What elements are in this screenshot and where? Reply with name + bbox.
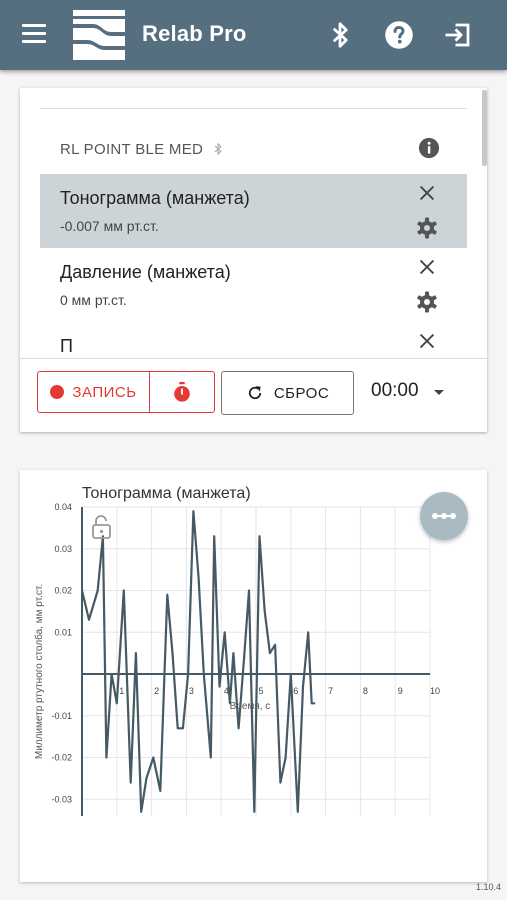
chevron-down-icon[interactable] [432, 388, 446, 398]
unlock-icon[interactable] [92, 515, 111, 539]
channel-name: П [60, 336, 73, 356]
gear-icon[interactable] [415, 216, 439, 240]
divider [20, 358, 487, 359]
y-tick-label: 0.01 [54, 627, 72, 637]
app-title: Relab Pro [142, 21, 247, 46]
x-tick-label: 5 [258, 686, 263, 696]
record-dot-icon [50, 385, 65, 399]
timer-button[interactable] [150, 372, 214, 412]
x-tick-label: 3 [189, 686, 194, 696]
app-bar: Relab Pro [0, 0, 507, 70]
chart-title: Тонограмма (манжета) [82, 485, 251, 502]
reset-button[interactable]: СБРОС [221, 371, 354, 415]
close-icon[interactable] [416, 330, 438, 352]
scrollbar[interactable] [481, 88, 487, 168]
more-horizontal-icon [432, 513, 456, 519]
y-axis-label: Миллиметр ртутного столба, мм рт.ст. [33, 584, 45, 759]
device-header: RL POINT BLE MED [60, 140, 225, 158]
x-tick-label: 8 [363, 686, 368, 696]
bluetooth-icon[interactable] [325, 20, 355, 50]
channel-value: -0.007 мм рт.ст. [60, 218, 159, 234]
tonogram-chart: 0.040.030.020.01-0.01-0.02-0.031 2 3 4 5 6 7 8 9… [33, 502, 440, 816]
refresh-icon [248, 386, 261, 400]
y-tick-label: 0.03 [54, 544, 72, 554]
x-tick-label: 9 [398, 686, 403, 696]
x-tick-label: 10 [430, 686, 440, 696]
channel-item[interactable]: Тонограмма (манжета) -0.007 мм рт.ст. [40, 174, 467, 248]
app-root: Relab Pro RL POINT BLE MED Тонограмма (м… [0, 0, 507, 900]
y-tick-label: -0.01 [51, 711, 72, 721]
logout-icon[interactable] [443, 20, 473, 50]
record-label: ЗАПИСЬ [72, 383, 137, 401]
info-icon[interactable] [418, 137, 440, 159]
version-label: 1.10.4 [475, 882, 501, 892]
record-button[interactable]: ЗАПИСЬ [38, 372, 150, 412]
close-icon[interactable] [416, 182, 438, 204]
channel-item[interactable]: П [40, 322, 467, 359]
y-tick-label: 0.02 [54, 586, 72, 596]
bluetooth-icon [214, 143, 222, 155]
x-tick-label: 6 [293, 686, 298, 696]
help-icon[interactable] [384, 20, 414, 50]
more-options-button[interactable] [420, 492, 468, 540]
reset-label: СБРОС [273, 384, 330, 402]
y-tick-label: 0.04 [54, 502, 72, 512]
channel-name: Тонограмма (манжета) [60, 188, 250, 208]
x-tick-label: 1 [119, 686, 124, 696]
menu-icon[interactable] [22, 24, 46, 46]
divider [40, 108, 467, 109]
channel-name: Давление (манжета) [60, 262, 231, 282]
channel-list: Тонограмма (манжета) -0.007 мм рт.ст. Да… [40, 174, 467, 359]
chart-card: 0.04 0.03 0.02 0.01 -0.01 -0.02 -0.03 1 2 3 4 5 6 7 8 9… [20, 470, 487, 882]
record-button-group: ЗАПИСЬ [37, 371, 215, 413]
close-icon[interactable] [416, 256, 438, 278]
stopwatch-icon [174, 381, 190, 402]
time-display: 00:00 [371, 380, 419, 401]
y-tick-label: -0.02 [51, 753, 72, 763]
gear-icon[interactable] [415, 290, 439, 314]
y-tick-label: -0.03 [51, 794, 72, 804]
relab-logo [73, 10, 125, 60]
channel-item[interactable]: Давление (манжета) 0 мм рт.ст. [40, 248, 467, 322]
channel-value: 0 мм рт.ст. [60, 292, 127, 308]
x-tick-label: 7 [328, 686, 333, 696]
x-tick-label: 2 [154, 686, 159, 696]
device-name: RL POINT BLE MED [60, 140, 204, 158]
device-card: RL POINT BLE MED Тонограмма (манжета) -0… [20, 88, 487, 432]
